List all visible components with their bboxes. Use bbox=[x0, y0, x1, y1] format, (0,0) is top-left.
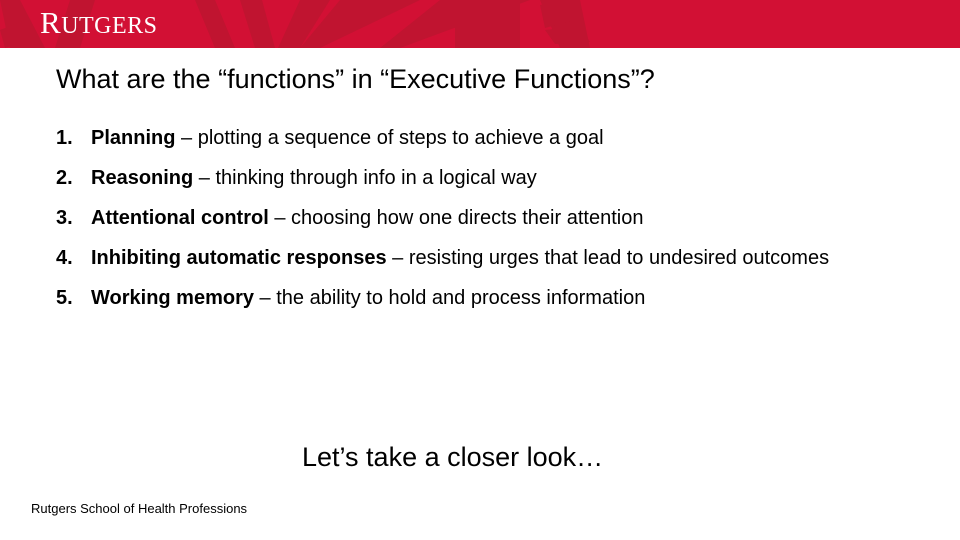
logo-rest: UTGERS bbox=[61, 13, 158, 39]
rutgers-logo: RUTGERS bbox=[40, 5, 158, 41]
item-description: – choosing how one directs their attenti… bbox=[268, 207, 644, 229]
ray bbox=[455, 0, 520, 48]
item-number: 4. bbox=[56, 247, 73, 269]
item-description: – plotting a sequence of steps to achiev… bbox=[175, 127, 604, 149]
list-item: 5. Working memory – the ability to hold a… bbox=[56, 284, 916, 313]
list-item: 3. Attentional control – choosing how one… bbox=[56, 204, 916, 233]
item-number: 5. bbox=[56, 287, 73, 309]
ray bbox=[195, 0, 235, 48]
item-number: 2. bbox=[56, 167, 73, 189]
list-item: 4. Inhibiting automatic responses – resis… bbox=[56, 244, 916, 273]
footer-text: Rutgers School of Health Professions bbox=[31, 501, 248, 516]
closing-text: Let’s take a closer look… bbox=[302, 442, 604, 472]
item-term: Planning bbox=[91, 127, 176, 149]
item-term: Inhibiting automatic responses bbox=[91, 247, 387, 269]
item-term: Working memory bbox=[91, 287, 254, 309]
logo-initial: R bbox=[40, 5, 62, 40]
list-item: 1. Planning – plotting a sequence of step… bbox=[56, 124, 916, 153]
header-banner: RUTGERS bbox=[0, 0, 960, 48]
item-description: – the ability to hold and process inform… bbox=[254, 287, 646, 309]
item-term: Reasoning bbox=[91, 167, 194, 189]
item-description: – thinking through info in a logical way bbox=[193, 167, 537, 189]
functions-list: 1. Planning – plotting a sequence of step… bbox=[56, 124, 916, 324]
item-number: 3. bbox=[56, 207, 73, 229]
item-number: 1. bbox=[56, 127, 73, 149]
ray bbox=[240, 0, 275, 48]
slide-title: What are the “functions” in “Executive F… bbox=[56, 64, 655, 94]
list-item: 2. Reasoning – thinking through info in a… bbox=[56, 164, 916, 193]
item-term: Attentional control bbox=[91, 207, 269, 229]
item-description: – resisting urges that lead to undesired… bbox=[386, 247, 830, 269]
